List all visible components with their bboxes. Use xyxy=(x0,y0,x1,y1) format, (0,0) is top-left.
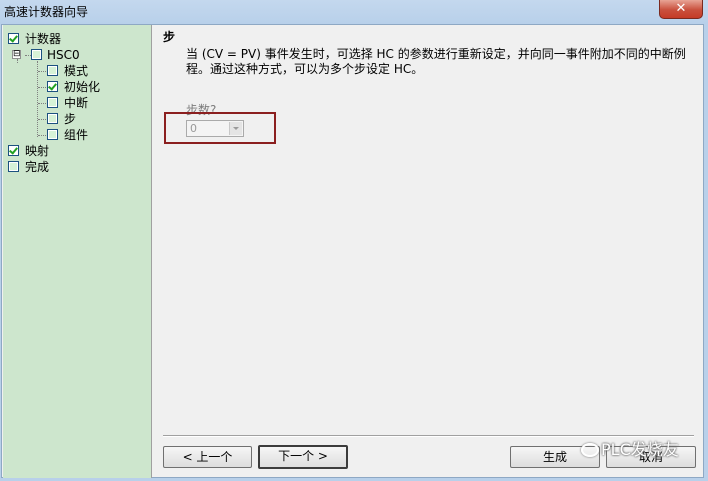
tree-item-label: 映射 xyxy=(25,144,50,158)
checkbox-checked-icon xyxy=(8,145,19,156)
checkbox-checked-icon xyxy=(8,33,19,44)
tree-connector xyxy=(38,87,46,88)
steps-combobox[interactable]: 0 xyxy=(186,120,244,137)
tree-item-label: 计数器 xyxy=(25,32,62,46)
chevron-down-icon[interactable] xyxy=(229,122,242,135)
tree-item-label: 完成 xyxy=(25,160,50,174)
tree-connector xyxy=(38,135,46,136)
tree-connector xyxy=(37,61,38,137)
tree-connector xyxy=(38,119,46,120)
watermark-text: PLC发烧友 xyxy=(601,440,679,459)
tree-connector xyxy=(38,71,46,72)
tree-item-label: 中断 xyxy=(64,96,89,110)
checkbox-unchecked-icon xyxy=(47,129,58,140)
collapse-icon[interactable]: ⊟ xyxy=(12,50,21,59)
tree-item-label: 模式 xyxy=(64,64,89,78)
tree-item-label: 初始化 xyxy=(64,80,101,94)
next-button[interactable]: 下一个 > xyxy=(258,445,348,469)
steps-value: 0 xyxy=(190,122,197,135)
wechat-icon xyxy=(581,443,599,457)
checkbox-unchecked-icon xyxy=(8,161,19,172)
close-icon: ✕ xyxy=(675,1,687,16)
title-bar[interactable]: 高速计数器向导 ✕ xyxy=(0,0,708,22)
checkbox-unchecked-icon xyxy=(47,113,58,124)
page-title: 步 xyxy=(163,30,176,44)
tree-item-label: 步 xyxy=(64,112,77,126)
tree-connector xyxy=(38,103,46,104)
tree-connector xyxy=(17,59,18,63)
watermark: PLC发烧友 xyxy=(581,437,679,463)
checkbox-unchecked-icon xyxy=(31,49,42,60)
tree-item-label: HSC0 xyxy=(47,48,80,62)
step-page: 步 当 (CV = PV) 事件发生时，可选择 HC 的参数进行重新设定，并向同… xyxy=(153,25,704,478)
page-description: 当 (CV = PV) 事件发生时，可选择 HC 的参数进行重新设定，并向同一事… xyxy=(186,47,686,76)
checkbox-checked-icon xyxy=(47,81,58,92)
checkbox-unchecked-icon xyxy=(47,97,58,108)
navigation-tree: 计数器 ⊟ HSC0 模式 初始化 中断 步 组件 映射 完成 xyxy=(3,25,152,478)
prev-button[interactable]: < 上一个 xyxy=(163,446,252,468)
close-button[interactable]: ✕ xyxy=(659,0,703,19)
window-title: 高速计数器向导 xyxy=(4,5,89,19)
tree-item-label: 组件 xyxy=(64,128,89,142)
wizard-window: 高速计数器向导 ✕ 计数器 ⊟ HSC0 模式 初始化 中断 步 组件 映射 完… xyxy=(0,0,708,481)
checkbox-unchecked-icon xyxy=(47,65,58,76)
